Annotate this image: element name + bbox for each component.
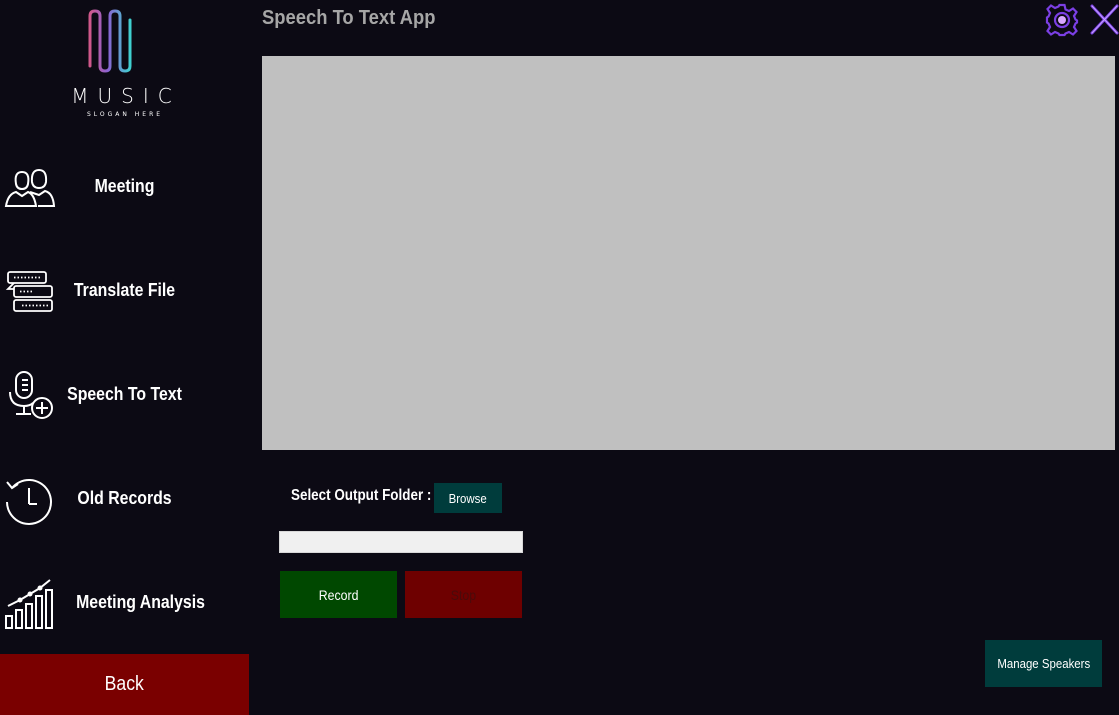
- output-path-input[interactable]: [279, 531, 523, 553]
- sidebar-item-label: Meeting: [94, 175, 155, 196]
- sidebar-item-meeting-analysis[interactable]: Meeting Analysis: [0, 572, 249, 632]
- sidebar-item-meeting[interactable]: Meeting: [0, 156, 249, 216]
- manage-speakers-button[interactable]: Manage Speakers: [985, 640, 1102, 687]
- sidebar-item-label: Translate File: [73, 279, 176, 300]
- back-button-label: Back: [104, 673, 145, 695]
- logo-slogan: SLOGAN HERE: [86, 111, 164, 118]
- close-icon[interactable]: [1089, 3, 1119, 37]
- page-title: Speech To Text App: [262, 7, 436, 29]
- sound-wave-icon: [60, 9, 186, 73]
- sidebar-item-translate-file[interactable]: Translate File: [0, 260, 249, 320]
- sidebar-item-label: Speech To Text: [67, 383, 182, 404]
- app-window: MUSIC SLOGAN HERE Meeting Translate File…: [0, 0, 1119, 715]
- sidebar-item-label: Old Records: [77, 487, 172, 508]
- sidebar-item-speech-to-text[interactable]: Speech To Text: [0, 364, 249, 424]
- stop-button[interactable]: Stop: [405, 571, 522, 618]
- sidebar-item-label: Meeting Analysis: [76, 591, 205, 612]
- record-button-label: Record: [318, 586, 359, 603]
- stop-button-label: Stop: [450, 586, 477, 603]
- manage-speakers-button-label: Manage Speakers: [997, 656, 1090, 671]
- browse-button-label: Browse: [448, 490, 488, 506]
- record-button[interactable]: Record: [280, 571, 397, 618]
- gear-icon[interactable]: [1045, 3, 1079, 37]
- sidebar: MUSIC SLOGAN HERE Meeting Translate File…: [0, 0, 249, 715]
- browse-button[interactable]: Browse: [434, 483, 502, 513]
- back-button[interactable]: Back: [0, 654, 249, 715]
- sidebar-item-old-records[interactable]: Old Records: [0, 468, 249, 528]
- transcript-area[interactable]: [262, 56, 1115, 450]
- logo-title: MUSIC: [71, 84, 181, 108]
- logo: MUSIC SLOGAN HERE: [56, 8, 190, 120]
- output-folder-label: Select Output Folder :: [291, 487, 432, 504]
